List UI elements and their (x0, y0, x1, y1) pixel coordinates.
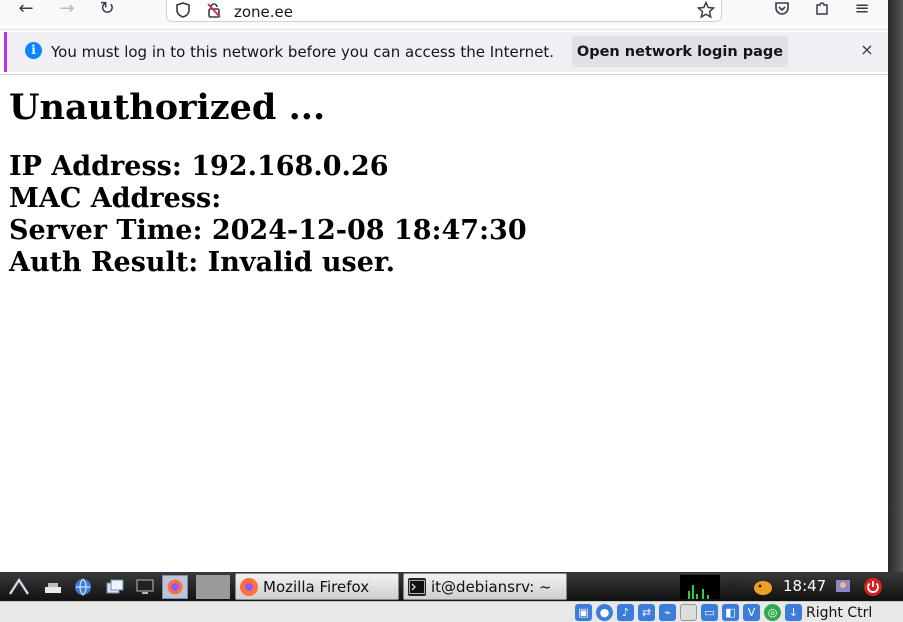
firefox-launcher-icon[interactable] (162, 575, 188, 599)
extensions-button[interactable] (810, 0, 834, 20)
usb-icon[interactable]: ⌁ (659, 604, 676, 621)
taskbar-task-terminal[interactable]: it@debiansrv: ~ (403, 573, 567, 600)
terminal-icon (408, 577, 426, 596)
pocket-icon (775, 2, 789, 15)
video-capture-icon[interactable]: ◧ (722, 604, 739, 621)
mouse-integration-icon[interactable]: ↓ (785, 604, 802, 621)
shield-icon[interactable] (174, 1, 192, 19)
taskbar: Mozilla Firefox it@debiansrv: ~ 18:47 (0, 572, 903, 601)
reload-button[interactable]: ↻ (95, 0, 119, 20)
url-text[interactable]: zone.ee (234, 3, 293, 21)
bookmark-star-icon[interactable] (697, 1, 715, 19)
info-icon: i (25, 42, 42, 59)
start-menu-icon[interactable] (6, 575, 32, 599)
forward-button[interactable]: → (55, 0, 79, 20)
update-notifier-icon[interactable] (750, 575, 776, 599)
ip-address-line: IP Address: 192.168.0.26 (9, 151, 389, 182)
task-label: Mozilla Firefox (263, 577, 370, 596)
guest-additions-icon[interactable]: ◎ (764, 604, 781, 621)
pocket-button[interactable] (770, 0, 794, 20)
window-switcher-icon[interactable] (102, 575, 128, 599)
captive-portal-notification: i You must log in to this network before… (4, 32, 888, 72)
browser-toolbar: ← → ↻ zone.ee ≡ (0, 0, 888, 30)
audio-icon[interactable]: ♪ (617, 604, 634, 621)
reload-icon: ↻ (99, 0, 115, 19)
insecure-lock-icon[interactable] (205, 1, 223, 19)
virtualization-icon[interactable]: V (743, 604, 760, 621)
close-icon[interactable]: × (857, 40, 877, 60)
cpu-monitor-graph (680, 575, 720, 599)
mac-address-line: MAC Address: (9, 183, 222, 214)
url-bar[interactable]: zone.ee (166, 0, 722, 22)
volume-icon[interactable] (722, 575, 748, 599)
page-content: Unauthorized ... IP Address: 192.168.0.2… (0, 74, 888, 572)
web-browser-globe-icon[interactable] (70, 575, 96, 599)
back-button[interactable]: ← (14, 0, 38, 20)
optical-drive-icon[interactable]: ● (596, 604, 613, 621)
task-label: it@debiansrv: ~ (431, 577, 552, 596)
user-session-icon[interactable] (830, 575, 856, 599)
notification-message: You must log in to this network before y… (51, 43, 555, 61)
taskbar-task-firefox[interactable]: Mozilla Firefox (235, 573, 399, 600)
open-network-login-button[interactable]: Open network login page (572, 36, 788, 67)
back-arrow-icon: ← (18, 0, 34, 19)
host-key-label: Right Ctrl (806, 605, 873, 621)
firefox-icon (240, 577, 258, 596)
app-menu-button[interactable]: ≡ (850, 0, 874, 20)
hamburger-menu-icon: ≡ (854, 0, 870, 19)
vm-status-bar: ▣ ● ♪ ⇄ ⌁ ▭ ◧ V ◎ ↓ Right Ctrl (0, 601, 903, 622)
clock[interactable]: 18:47 (783, 577, 826, 595)
display-icon[interactable]: ▭ (701, 604, 718, 621)
auth-result-line: Auth Result: Invalid user. (9, 247, 396, 278)
empty-launcher-slot[interactable] (196, 575, 230, 599)
show-desktop-icon[interactable] (40, 575, 66, 599)
network-icon[interactable]: ⇄ (638, 604, 655, 621)
shared-folders-icon[interactable] (680, 604, 697, 621)
forward-arrow-icon: → (59, 0, 75, 19)
extensions-puzzle-icon (816, 2, 828, 15)
window-edge (888, 0, 903, 572)
monitor-icon[interactable] (132, 575, 158, 599)
page-heading: Unauthorized ... (9, 87, 326, 128)
power-icon[interactable] (860, 575, 886, 599)
hard-disk-icon[interactable]: ▣ (575, 604, 592, 621)
server-time-line: Server Time: 2024-12-08 18:47:30 (9, 215, 527, 246)
